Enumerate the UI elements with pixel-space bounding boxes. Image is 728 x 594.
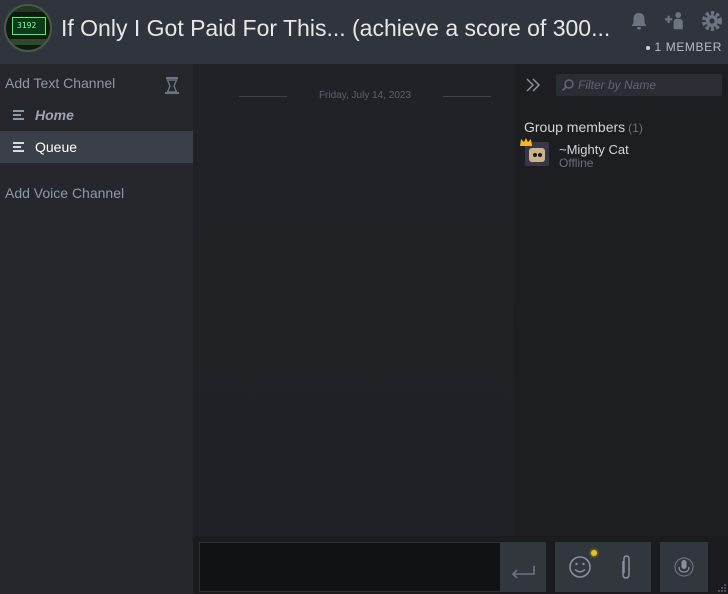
add-friend-icon[interactable] — [664, 10, 686, 32]
member-list-item[interactable]: ~Mighty Cat Offline — [520, 138, 720, 170]
chat-log[interactable]: Friday, July 14, 2023 — [193, 64, 514, 536]
paperclip-icon — [622, 555, 630, 579]
avatar-decoration — [6, 6, 50, 12]
text-channel-icon — [13, 142, 24, 152]
group-avatar[interactable]: 3192 — [4, 4, 52, 52]
online-dot — [645, 45, 650, 50]
notification-dot — [591, 550, 597, 556]
attach-file-button[interactable] — [603, 542, 647, 592]
sidebar-item-queue[interactable]: Queue — [0, 131, 193, 163]
collapse-panel-icon[interactable] — [524, 76, 542, 94]
add-voice-channel-button[interactable]: Add Voice Channel — [5, 185, 124, 201]
text-channel-icon — [13, 110, 24, 120]
trash-icon[interactable] — [162, 75, 182, 95]
enter-icon — [511, 566, 535, 579]
member-count-label: 1 MEMBER — [654, 40, 722, 54]
gear-icon[interactable] — [701, 10, 723, 32]
group-members-label: Group members — [524, 119, 626, 135]
emoticon-button[interactable] — [557, 542, 601, 592]
chat-header: 3192 If Only I Got Paid For This... (ach… — [0, 0, 728, 64]
group-title: If Only I Got Paid For This... (achieve … — [61, 15, 611, 41]
message-composer — [193, 536, 728, 594]
group-members-count: (1) — [628, 121, 643, 135]
member-list-panel: Group members(1) ~Mighty Cat Offline — [514, 64, 728, 536]
group-members-heading: Group members (1) — [524, 119, 643, 135]
member-filter[interactable] — [556, 74, 722, 96]
date-divider: Friday, July 14, 2023 — [239, 90, 491, 102]
filter-by-name-input[interactable] — [578, 76, 718, 94]
voice-message-button[interactable] — [662, 542, 706, 592]
sidebar-item-label: Queue — [35, 139, 78, 155]
channel-sidebar: Add Text Channel Home Queue Add Voice Ch… — [0, 64, 193, 594]
member-name: ~Mighty Cat — [559, 142, 629, 157]
member-count: 1 MEMBER — [645, 40, 722, 54]
resize-grip-icon[interactable] — [717, 583, 727, 593]
member-status: Offline — [559, 156, 594, 170]
group-chat-window: 3192 If Only I Got Paid For This... (ach… — [0, 0, 728, 594]
avatar-decoration — [6, 39, 50, 45]
sidebar-item-label: Home — [35, 107, 74, 123]
avatar-screen: 3192 — [12, 17, 46, 35]
add-text-channel-button[interactable]: Add Text Channel — [5, 75, 115, 91]
attachment-tools — [555, 542, 651, 592]
send-button[interactable] — [500, 542, 546, 592]
voice-tools — [660, 542, 708, 592]
crown-icon — [520, 138, 532, 146]
microphone-icon — [674, 557, 694, 577]
message-input[interactable] — [199, 542, 546, 592]
bell-icon[interactable] — [628, 10, 650, 32]
divider-line — [443, 96, 491, 97]
search-icon — [561, 79, 574, 92]
avatar-score-text: 3192 — [17, 21, 37, 30]
sidebar-item-home[interactable]: Home — [0, 99, 193, 131]
